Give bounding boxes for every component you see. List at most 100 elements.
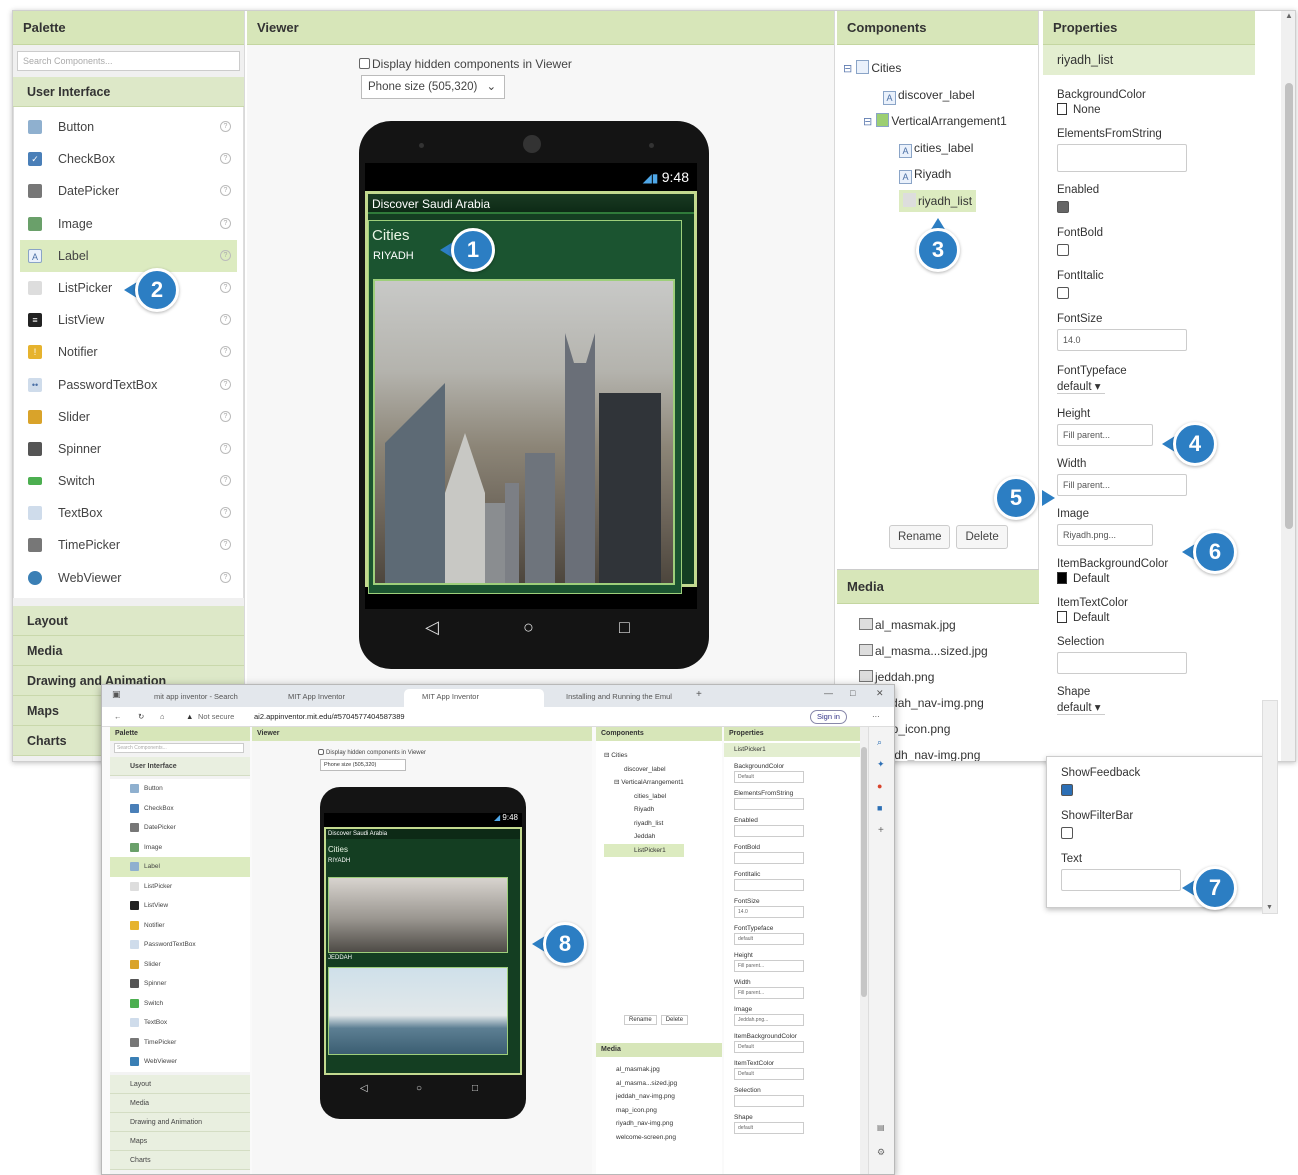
inset-tree-node[interactable]: Jeddah <box>604 830 684 844</box>
inset-prop-value[interactable] <box>734 852 804 864</box>
palette-item-slider[interactable]: Slider? <box>14 401 243 433</box>
inset-item[interactable]: WebViewer <box>110 1052 250 1072</box>
inset-category[interactable]: Maps <box>110 1132 250 1151</box>
inset-app-title[interactable]: Discover Saudi Arabia <box>326 829 520 839</box>
inset-item[interactable]: Button <box>110 779 250 799</box>
add-icon[interactable]: + <box>878 825 884 836</box>
width-input[interactable]: Fill parent... <box>1057 474 1187 496</box>
inset-prop-value[interactable]: Fill parent... <box>734 987 804 999</box>
continuation-scrollbar[interactable]: ▼ <box>1262 700 1278 914</box>
palette-item-button[interactable]: Button? <box>14 111 243 143</box>
inset-item[interactable]: Slider <box>110 955 250 975</box>
tree-node-cities[interactable]: ⊟ Cities <box>843 55 1038 82</box>
inset-jeddah-image[interactable] <box>328 967 508 1055</box>
help-icon[interactable]: ? <box>220 249 231 261</box>
help-icon[interactable]: ? <box>220 571 231 583</box>
inset-rename-button[interactable]: Rename <box>624 1015 657 1025</box>
inset-prop-value[interactable]: default <box>734 933 804 945</box>
checkbox-icon[interactable] <box>359 58 370 69</box>
help-icon[interactable]: ? <box>220 121 231 132</box>
sign-in-button[interactable]: Sign in <box>810 710 847 724</box>
text-input[interactable] <box>1061 869 1181 891</box>
media-item[interactable]: al_masma...sized.jpg <box>837 638 1039 664</box>
inset-delete-button[interactable]: Delete <box>660 1015 689 1025</box>
inset-prop-value[interactable] <box>734 825 804 837</box>
back-icon[interactable]: ◁ <box>425 617 439 638</box>
inset-riyadh-image[interactable] <box>328 877 508 953</box>
rename-button[interactable]: Rename <box>889 525 951 549</box>
inset-item[interactable]: PasswordTextBox <box>110 935 250 955</box>
home-icon[interactable]: ○ <box>523 617 534 638</box>
browser-tab[interactable]: mit app inventor - Search <box>136 689 266 707</box>
tree-node-riyadh-list[interactable]: riyadh_list <box>843 188 1038 215</box>
scroll-up-icon[interactable]: ▲ <box>1281 11 1295 20</box>
category-layout[interactable]: Layout <box>13 605 244 636</box>
url-text[interactable]: ai2.appinventor.mit.edu/#570457740458738… <box>254 707 405 727</box>
home-icon[interactable]: ○ <box>416 1083 422 1094</box>
inset-tree-node[interactable]: discover_label <box>604 763 684 777</box>
maximize-icon[interactable]: □ <box>850 688 855 698</box>
phone-size-dropdown[interactable]: Phone size (505,320) ⌄ <box>361 75 505 99</box>
outlook-icon[interactable]: ■ <box>877 803 882 813</box>
fontbold-checkbox[interactable] <box>1057 244 1069 256</box>
help-icon[interactable]: ? <box>220 281 231 293</box>
inset-riyadh[interactable]: RIYADH <box>326 854 520 864</box>
palette-item-passwordtextbox[interactable]: •• PasswordTextBox? <box>14 369 243 401</box>
browser-tab-active[interactable]: MIT App Inventor <box>404 689 544 707</box>
elements-textarea[interactable] <box>1057 144 1187 172</box>
discover-label[interactable]: Discover Saudi Arabia <box>368 194 694 214</box>
browser-tab[interactable]: Installing and Running the Emul <box>548 689 688 707</box>
help-icon[interactable]: ? <box>220 314 231 326</box>
help-icon[interactable]: ? <box>220 346 231 358</box>
typeface-dropdown[interactable]: default ▾ <box>1057 379 1105 394</box>
inset-phone-size[interactable]: Phone size (505,320) <box>320 759 406 771</box>
palette-item-spinner[interactable]: Spinner? <box>14 433 243 465</box>
image-input[interactable]: Riyadh.png... <box>1057 524 1153 546</box>
help-icon[interactable]: ? <box>220 442 231 454</box>
inset-item[interactable]: ListPicker <box>110 877 250 897</box>
inset-category-user-interface[interactable]: User Interface <box>110 757 250 776</box>
inset-item[interactable]: Spinner <box>110 974 250 994</box>
showfeedback-checkbox[interactable] <box>1061 784 1073 796</box>
inset-scrollbar[interactable] <box>860 727 868 1174</box>
category-user-interface[interactable]: User Interface <box>13 77 244 107</box>
tree-node-vertical-arrangement[interactable]: ⊟ VerticalArrangement1 <box>843 108 1038 135</box>
cities-label[interactable]: Cities <box>369 221 681 244</box>
window-icon[interactable]: ▣ <box>112 689 121 700</box>
showfilterbar-checkbox[interactable] <box>1061 827 1073 839</box>
recent-apps-icon[interactable]: □ <box>472 1083 478 1094</box>
riyadh-list-image[interactable] <box>373 279 675 585</box>
scroll-down-icon[interactable]: ▼ <box>1266 904 1273 911</box>
riyadh-label[interactable]: RIYADH <box>369 244 681 262</box>
tree-node-riyadh[interactable]: A Riyadh <box>843 161 1038 188</box>
gear-icon[interactable]: ⚙ <box>877 1147 885 1158</box>
inset-category[interactable]: Charts <box>110 1151 250 1170</box>
help-icon[interactable]: ? <box>220 378 231 390</box>
help-icon[interactable]: ? <box>220 539 231 551</box>
display-hidden-checkbox[interactable]: Display hidden components in Viewer <box>359 57 572 71</box>
inset-prop-value[interactable] <box>734 798 804 810</box>
inset-prop-value[interactable]: default <box>734 1122 804 1134</box>
inset-prop-value[interactable] <box>734 1095 804 1107</box>
selection-input[interactable] <box>1057 652 1187 674</box>
panel-icon[interactable]: ▤ <box>877 1123 885 1132</box>
inset-tree-node[interactable]: Riyadh <box>604 803 684 817</box>
palette-item-textbox[interactable]: TextBox? <box>14 497 243 529</box>
inset-prop-value[interactable] <box>734 879 804 891</box>
inset-media-item[interactable]: welcome-screen.png <box>616 1131 677 1145</box>
height-input[interactable]: Fill parent... <box>1057 424 1153 446</box>
inset-media-item[interactable]: map_icon.png <box>616 1104 677 1118</box>
shape-dropdown[interactable]: default ▾ <box>1057 700 1105 715</box>
collapse-icon[interactable]: ⊟ <box>863 109 873 135</box>
fontitalic-checkbox[interactable] <box>1057 287 1069 299</box>
delete-button[interactable]: Delete <box>956 525 1008 549</box>
inset-search-input[interactable]: Search Components... <box>114 743 244 753</box>
help-icon[interactable]: ? <box>220 507 231 519</box>
inset-prop-value[interactable]: Jeddah.png... <box>734 1014 804 1026</box>
inset-prop-value[interactable]: Default <box>734 771 804 783</box>
help-icon[interactable]: ? <box>220 217 231 229</box>
close-icon[interactable]: ✕ <box>876 688 884 699</box>
inset-item-selected[interactable]: Label <box>110 857 250 877</box>
inset-item[interactable]: CheckBox <box>110 799 250 819</box>
help-icon[interactable]: ? <box>220 185 231 197</box>
